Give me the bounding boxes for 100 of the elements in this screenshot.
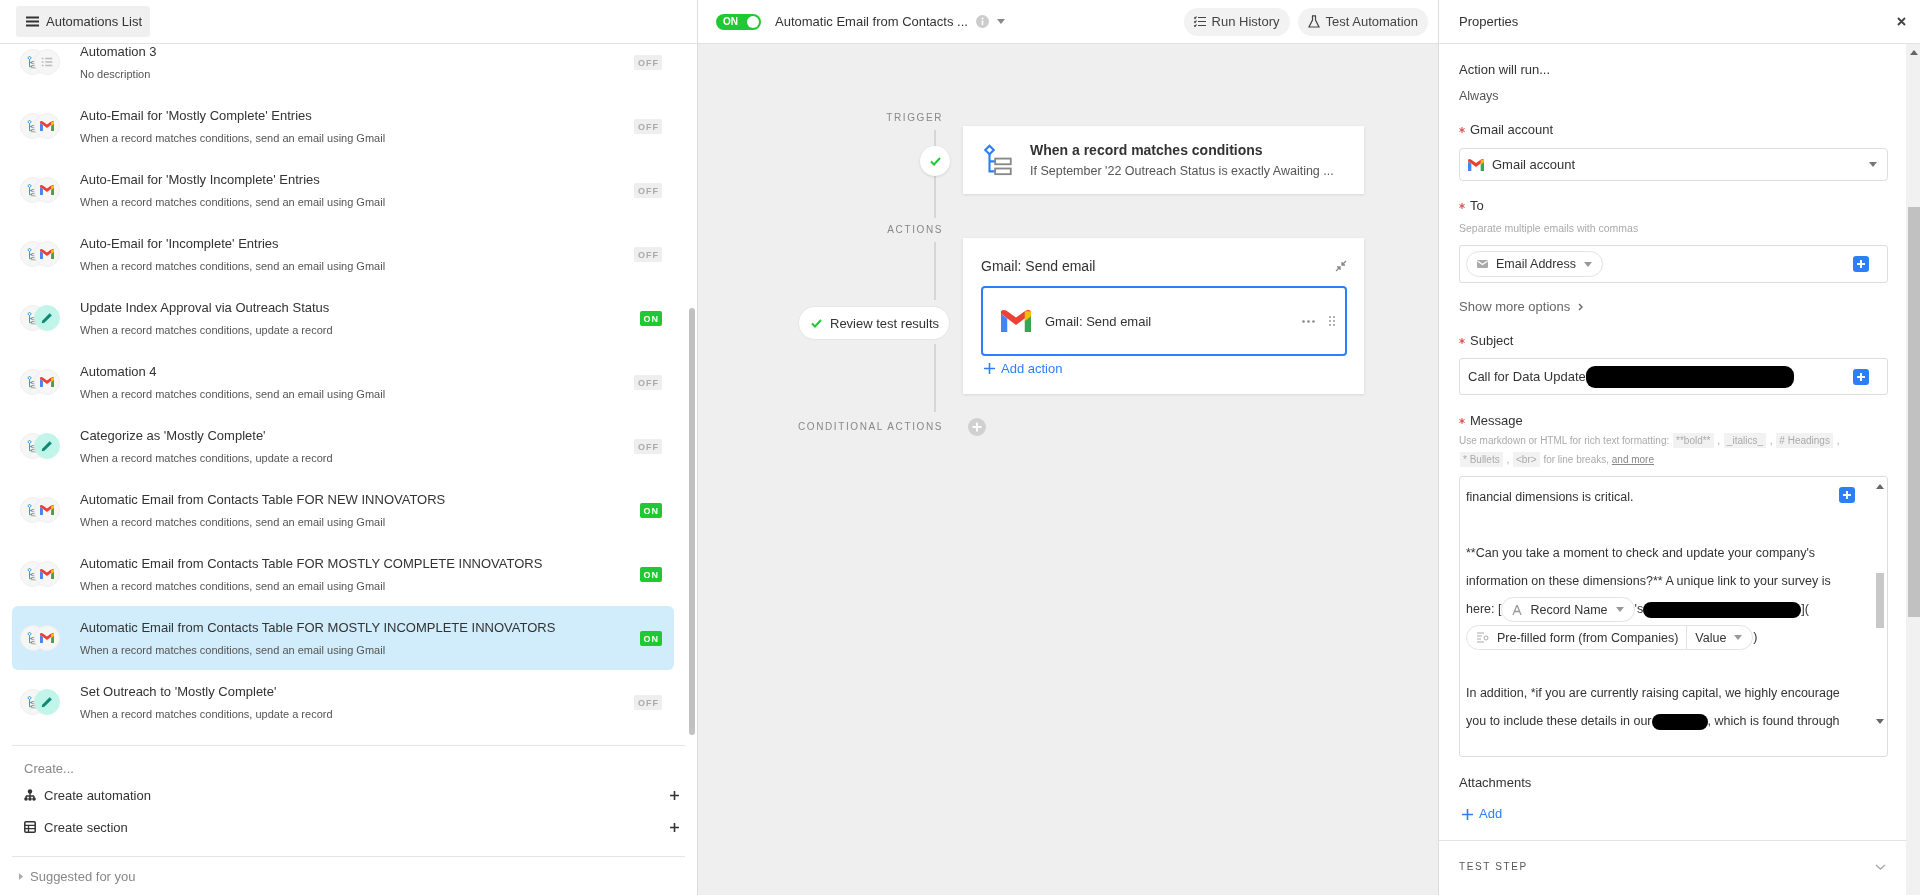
code-sample: _italics_ bbox=[1723, 433, 1766, 448]
automation-title: Categorize as 'Mostly Complete' bbox=[80, 426, 267, 445]
chevron-icon bbox=[1578, 303, 1584, 311]
add-action-link[interactable]: Add action bbox=[981, 356, 1063, 376]
gmail-icon bbox=[40, 248, 54, 260]
automation-item[interactable]: Automatic Email from Contacts Table FOR MOSTLY COMPLETE INNOVATORS When a record matches conditions, send an email using Gmail ON bbox=[12, 542, 674, 606]
automation-description: When a record matches conditions, send an email using Gmail bbox=[80, 386, 387, 402]
subject-field[interactable]: Call for Data Update bbox=[1459, 358, 1888, 395]
field-label: Attachments bbox=[1459, 774, 1533, 792]
plus-icon[interactable] bbox=[1853, 256, 1869, 272]
gmail-icon bbox=[40, 184, 54, 196]
scroll-up-icon[interactable] bbox=[1910, 50, 1918, 55]
to-field[interactable]: Email Address bbox=[1459, 245, 1888, 283]
redaction-mark bbox=[1651, 714, 1708, 731]
suggested-toggle[interactable]: Suggested for you bbox=[0, 857, 697, 884]
automation-item[interactable]: Automation 4 When a record matches conditions, send an email using Gmail OFF bbox=[12, 350, 674, 414]
scrollbar-thumb[interactable] bbox=[689, 308, 695, 735]
automation-title: Auto-Email for 'Mostly Complete' Entries bbox=[80, 106, 313, 125]
more-icon[interactable] bbox=[1302, 319, 1315, 323]
message-text: you to include these details in our bbox=[1466, 714, 1652, 729]
status-badge: OFF bbox=[634, 694, 662, 710]
automations-list-button[interactable]: Automations List bbox=[16, 6, 151, 37]
automation-item[interactable]: Automation 3 No description OFF bbox=[12, 44, 674, 94]
automation-description: When a record matches conditions, update a record bbox=[80, 706, 334, 722]
plus-icon bbox=[670, 822, 679, 832]
message-editor[interactable] bbox=[1459, 476, 1888, 757]
plus-icon bbox=[1462, 808, 1473, 820]
field-hint: Separate multiple emails with commas bbox=[1459, 221, 1640, 236]
trigger-summary: If September '22 Outreach Status is exactly Awaiting ... bbox=[1030, 162, 1334, 180]
step-name: Gmail: Send email bbox=[1045, 313, 1153, 329]
hint-text: , bbox=[1506, 454, 1510, 465]
automation-item[interactable]: Update Index Approval via Outreach Status When a record matches conditions, update a record ON bbox=[12, 286, 674, 350]
drag-handle-icon[interactable] bbox=[1329, 316, 1335, 326]
plus-icon[interactable] bbox=[1839, 487, 1855, 503]
automation-description: When a record matches conditions, send an email using Gmail bbox=[80, 258, 387, 274]
gmail-icon bbox=[1001, 309, 1031, 333]
create-heading: Create... bbox=[23, 760, 75, 778]
table-icon bbox=[24, 821, 36, 833]
field-token[interactable]: Record Name bbox=[1501, 597, 1635, 623]
add-attachment-link[interactable]: Add bbox=[1459, 804, 1888, 824]
automation-item[interactable]: Categorize as 'Mostly Complete' When a record matches conditions, update a record OFF bbox=[12, 414, 674, 478]
gmail-icon bbox=[40, 376, 54, 388]
run-history-button[interactable]: Run History bbox=[1183, 7, 1290, 36]
section-label: TRIGGER bbox=[886, 112, 943, 123]
menu-icon bbox=[26, 16, 39, 27]
status-badge: ON bbox=[639, 566, 662, 582]
caret-icon bbox=[1615, 607, 1624, 613]
create-menu-item[interactable]: Create section bbox=[0, 811, 697, 843]
automation-item[interactable]: Automatic Email from Contacts Table FOR MOSTLY INCOMPLETE INNOVATORS When a record matches conditions, send an email using Gmail ON bbox=[12, 606, 674, 670]
field-token[interactable]: Email Address bbox=[1466, 251, 1603, 277]
automation-item[interactable]: Auto-Email for 'Mostly Complete' Entries When a record matches conditions, send an email using Gmail OFF bbox=[12, 94, 674, 158]
caret-icon bbox=[1734, 635, 1743, 641]
automation-description: When a record matches conditions, send an email using Gmail bbox=[80, 130, 387, 146]
automation-item[interactable]: Auto-Email for 'Incomplete' Entries When a record matches conditions, send an email using Gmail OFF bbox=[12, 222, 674, 286]
automation-description: When a record matches conditions, send an email using Gmail bbox=[80, 642, 387, 658]
field-label: Gmail account bbox=[1470, 121, 1554, 139]
learn-more-link[interactable]: and more bbox=[1611, 454, 1654, 465]
test-step-header[interactable]: TEST STEP bbox=[1459, 841, 1888, 877]
trigger-card[interactable]: When a record matches conditions If September '22 Outreach Status is exactly Awaiting ... bbox=[963, 126, 1364, 194]
automation-description: When a record matches conditions, send an email using Gmail bbox=[80, 578, 387, 594]
scrollbar-thumb[interactable] bbox=[1876, 573, 1884, 628]
automation-title: Automatic Email from Contacts Table FOR MOSTLY INCOMPLETE INNOVATORS bbox=[80, 618, 557, 637]
suggested-label: Suggested for you bbox=[30, 869, 136, 884]
review-results-button[interactable]: Review test results bbox=[798, 306, 951, 340]
automation-title: Auto-Email for 'Incomplete' Entries bbox=[80, 234, 280, 253]
gmail-icon bbox=[40, 504, 54, 516]
hint-text: , bbox=[1717, 435, 1721, 446]
menu-label: Create automation bbox=[44, 787, 152, 803]
check-icon bbox=[811, 318, 822, 328]
close-icon bbox=[1897, 17, 1906, 26]
automation-item[interactable]: Automatic Email from Contacts Table FOR NEW INNOVATORS When a record matches conditions, send an email using Gmail ON bbox=[12, 478, 674, 542]
test-button[interactable]: Test Automation bbox=[1297, 7, 1428, 36]
automation-title: Update Index Approval via Outreach Status bbox=[80, 298, 331, 317]
automation-item[interactable]: Set Outreach to 'Mostly Complete' When a record matches conditions, update a record OFF bbox=[12, 670, 674, 734]
automation-item[interactable]: Auto-Email for 'Mostly Incomplete' Entries When a record matches conditions, send an email using Gmail OFF bbox=[12, 158, 674, 222]
message-text: ) bbox=[1753, 630, 1758, 645]
field-token[interactable]: Pre-filled form (from Companies) Value bbox=[1466, 625, 1754, 651]
show-more-options[interactable]: Show more options bbox=[1459, 297, 1888, 317]
collapse-icon[interactable] bbox=[1335, 260, 1347, 272]
automation-name: Automatic Email from Contacts ... bbox=[775, 14, 968, 29]
automation-description: When a record matches conditions, update a record bbox=[80, 322, 334, 338]
gmail-icon bbox=[40, 568, 54, 580]
action-group-title: Gmail: Send email bbox=[981, 258, 1096, 274]
check-icon bbox=[929, 156, 941, 166]
automation-description: When a record matches conditions, send an email using Gmail bbox=[80, 514, 387, 530]
caret-icon bbox=[1876, 484, 1884, 489]
create-menu-item[interactable]: Create automation bbox=[0, 779, 697, 811]
action-step[interactable]: Gmail: Send email bbox=[981, 286, 1347, 356]
account-select[interactable]: Gmail account bbox=[1459, 148, 1888, 181]
caret-icon bbox=[1583, 261, 1592, 267]
automation-description: No description bbox=[80, 66, 152, 82]
automation-description: When a record matches conditions, update a record bbox=[80, 450, 334, 466]
plus-icon[interactable] bbox=[1853, 368, 1869, 385]
scrollbar-thumb[interactable] bbox=[1908, 207, 1920, 617]
automation-title: Auto-Email for 'Mostly Incomplete' Entries bbox=[80, 170, 321, 189]
automation-title: Automatic Email from Contacts Table FOR NEW INNOVATORS bbox=[80, 490, 447, 509]
gmail-icon bbox=[1468, 158, 1484, 171]
code-sample: <br> bbox=[1513, 452, 1540, 467]
caret-icon bbox=[1869, 162, 1877, 167]
close-button[interactable] bbox=[1897, 17, 1906, 26]
